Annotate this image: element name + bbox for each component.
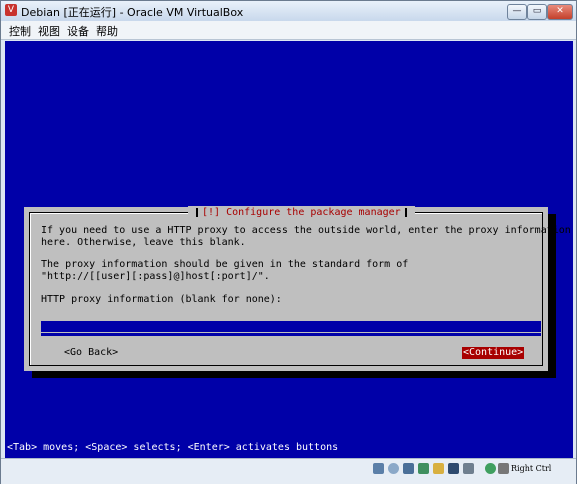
host-key-label: Right Ctrl <box>511 464 552 473</box>
menu-devices[interactable]: 设备 <box>67 23 89 39</box>
installer-dialog: [!] Configure the package manager If you… <box>24 206 571 371</box>
network-icon[interactable] <box>418 463 429 474</box>
host-key-icon <box>498 463 509 474</box>
dialog-frame: [!] Configure the package manager If you… <box>29 206 571 366</box>
close-button[interactable]: ✕ <box>547 4 573 20</box>
go-back-button[interactable]: <Go Back> <box>64 347 118 359</box>
guest-screen[interactable]: [!] Configure the package manager If you… <box>5 41 573 458</box>
menu-machine[interactable]: 控制 <box>9 23 31 39</box>
title-bar[interactable]: V Debian [正在运行] - Oracle VM VirtualBox —… <box>1 1 576 21</box>
proxy-input[interactable] <box>41 321 541 332</box>
proxy-input-underline <box>41 333 541 336</box>
optical-drive-icon[interactable] <box>388 463 399 474</box>
description-line-1: If you need to use a HTTP proxy to acces… <box>41 225 571 236</box>
mouse-integration-icon[interactable] <box>485 463 496 474</box>
capture-icon[interactable] <box>463 463 474 474</box>
window-title: Debian [正在运行] - Oracle VM VirtualBox <box>21 6 244 19</box>
hard-disk-icon[interactable] <box>373 463 384 474</box>
usb-icon[interactable] <box>403 463 414 474</box>
description-line-3: The proxy information should be given in… <box>41 259 409 270</box>
dialog-title: [!] Configure the package manager <box>188 206 415 219</box>
description-line-2: here. Otherwise, leave this blank. <box>41 237 246 248</box>
menu-view[interactable]: 视图 <box>38 23 60 39</box>
shared-folders-icon[interactable] <box>433 463 444 474</box>
title-bracket-left <box>196 207 198 217</box>
display-icon[interactable] <box>448 463 459 474</box>
description-line-4: "http://[[user][:pass]@]host[:port]/". <box>41 271 270 282</box>
menu-help[interactable]: 帮助 <box>96 23 118 39</box>
status-bar: Right Ctrl <box>1 458 576 484</box>
keyboard-help-line: <Tab> moves; <Space> selects; <Enter> ac… <box>7 442 339 453</box>
continue-button[interactable]: <Continue> <box>462 347 525 359</box>
restore-button[interactable]: ▭ <box>527 4 547 20</box>
minimize-button[interactable]: — <box>507 4 527 20</box>
virtualbox-window: V Debian [正在运行] - Oracle VM VirtualBox —… <box>0 0 577 484</box>
virtualbox-app-icon: V <box>5 4 17 16</box>
title-bracket-right <box>404 207 407 217</box>
proxy-field-label: HTTP proxy information (blank for none): <box>41 294 282 305</box>
menu-bar: 控制 视图 设备 帮助 <box>1 21 576 40</box>
dialog-title-text: [!] Configure the package manager <box>202 207 401 218</box>
